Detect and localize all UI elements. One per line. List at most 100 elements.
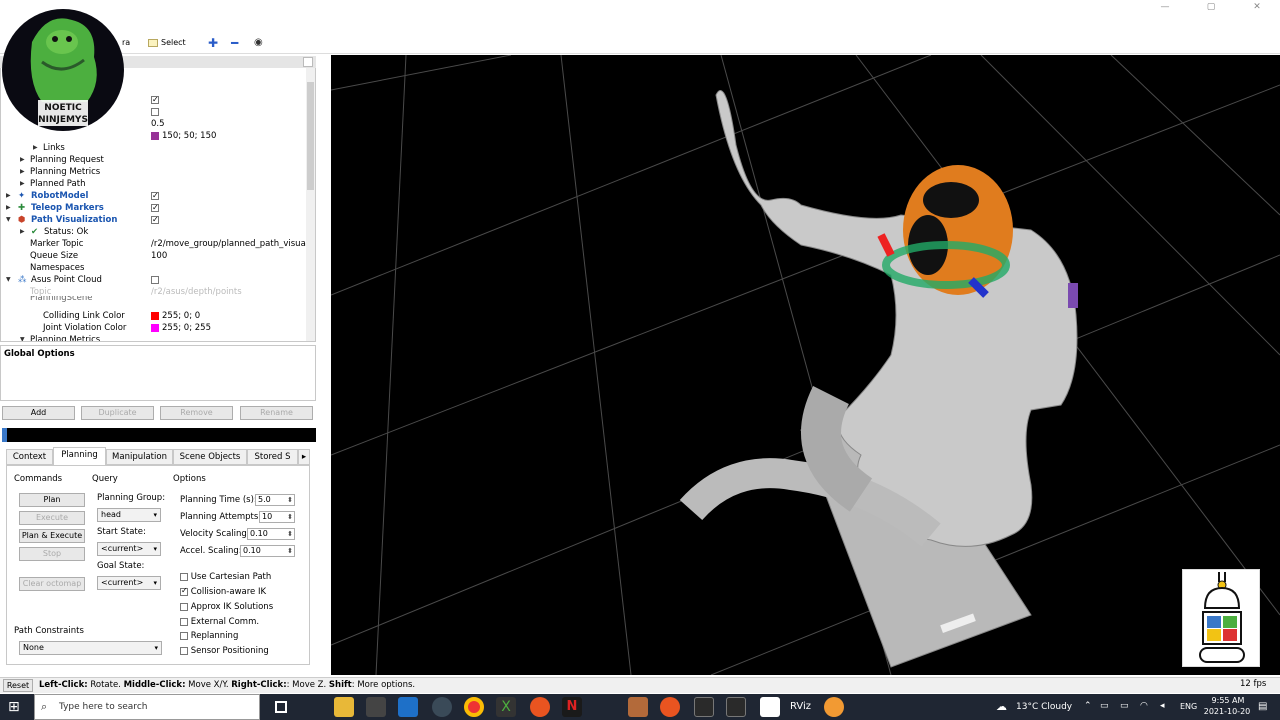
mail-icon[interactable] [398, 697, 418, 717]
replanning-option[interactable]: Replanning [180, 631, 238, 641]
document-icon[interactable] [760, 697, 780, 717]
start-state-select[interactable]: <current> [97, 542, 161, 556]
tree-row-robot-model[interactable]: ▶ ✦ RobotModel [1, 190, 311, 202]
tree-row-asus[interactable]: ▼ ⁂ Asus Point Cloud [1, 274, 311, 286]
panel-float-icon[interactable] [303, 57, 313, 67]
weather-text[interactable]: 13°C Cloudy [1016, 702, 1072, 712]
tab-scene-objects[interactable]: Scene Objects [173, 449, 247, 465]
remove-tool-icon[interactable]: ━ [231, 36, 238, 50]
store-icon[interactable] [366, 697, 386, 717]
external-comm-checkbox[interactable] [180, 617, 188, 626]
tab-planning[interactable]: Planning [53, 447, 106, 465]
taskbar-search[interactable]: ⌕ Type here to search [34, 694, 260, 720]
add-tool-icon[interactable]: ✚ [208, 36, 218, 50]
language-indicator[interactable]: ENG [1180, 702, 1197, 711]
path-viz-checkbox[interactable] [151, 214, 159, 226]
expand-arrow-icon[interactable]: ▶ [6, 190, 11, 202]
collapse-arrow-icon[interactable]: ▼ [6, 274, 11, 286]
tool-select[interactable]: Select [148, 36, 186, 50]
collapse-arrow-icon[interactable]: ▼ [20, 334, 25, 341]
reset-button[interactable]: Reset [3, 679, 33, 692]
expand-arrow-icon[interactable]: ▶ [20, 166, 25, 178]
tab-context[interactable]: Context [6, 449, 53, 465]
tree-row-planning-request[interactable]: ▶ Planning Request [1, 154, 311, 166]
ubuntu-icon[interactable] [530, 697, 550, 717]
collision-aware-option[interactable]: Collision-aware IK [180, 586, 266, 597]
goal-state-select[interactable]: <current> [97, 576, 161, 590]
app-icon-3[interactable] [824, 697, 844, 717]
terminal-icon[interactable] [694, 697, 714, 717]
tree-row-colliding[interactable]: Colliding Link Color 255; 0; 0 [1, 310, 311, 322]
replanning-checkbox[interactable] [180, 631, 188, 640]
rename-button[interactable]: Rename [240, 406, 313, 420]
clock-time[interactable]: 9:55 AM [1206, 696, 1250, 705]
close-button[interactable]: ✕ [1234, 0, 1280, 16]
tab-manipulation[interactable]: Manipulation [106, 449, 173, 465]
tray-chevron-icon[interactable]: ⌃ [1084, 701, 1092, 711]
sensor-positioning-option[interactable]: Sensor Positioning [180, 646, 269, 656]
cartesian-option[interactable]: Use Cartesian Path [180, 572, 271, 582]
rviz-icon[interactable]: RViz [790, 697, 811, 717]
approx-ik-option[interactable]: Approx IK Solutions [180, 602, 273, 612]
remove-button[interactable]: Remove [160, 406, 233, 420]
expand-arrow-icon[interactable]: ▶ [20, 226, 25, 238]
maximize-button[interactable]: ▢ [1188, 0, 1234, 16]
execute-button[interactable]: Execute [19, 511, 85, 525]
display-icon[interactable]: ▭ [1120, 701, 1129, 711]
wifi-icon[interactable]: ◠ [1140, 701, 1148, 711]
velocity-scaling-input[interactable]: 0.10 [247, 528, 295, 540]
planning-time-input[interactable]: 5.0 [255, 494, 295, 506]
add-button[interactable]: Add [2, 406, 75, 420]
tree-row-namespaces[interactable]: Namespaces [1, 262, 311, 274]
task-view-icon[interactable] [275, 701, 287, 713]
enabled-checkbox[interactable] [151, 94, 159, 106]
tree-scroll-thumb[interactable] [307, 82, 314, 190]
cartesian-checkbox[interactable] [180, 572, 188, 581]
external-comm-option[interactable]: External Comm. [180, 617, 259, 627]
notifications-icon[interactable]: ▤ [1258, 701, 1267, 712]
tree-row-planning-scene[interactable]: PlanningScene [1, 296, 311, 304]
chrome-icon[interactable] [464, 697, 484, 717]
tree-row-queue-size[interactable]: Queue Size 100 [1, 250, 311, 262]
ubuntu-icon-2[interactable] [660, 697, 680, 717]
expand-arrow-icon[interactable]: ▶ [20, 178, 25, 190]
asus-checkbox[interactable] [151, 275, 159, 284]
file-explorer-icon[interactable] [334, 697, 354, 717]
option-checkbox[interactable] [151, 107, 159, 116]
accel-scaling-input[interactable]: 0.10 [240, 545, 295, 557]
plan-button[interactable]: Plan [19, 493, 85, 507]
tree-row-planning-metrics2[interactable]: ▼ Planning Metrics [1, 334, 311, 341]
expand-arrow-icon[interactable]: ▶ [6, 202, 11, 214]
stop-button[interactable]: Stop [19, 547, 85, 561]
planning-attempts-input[interactable]: 10 [259, 511, 295, 523]
collapse-arrow-icon[interactable]: ▼ [6, 214, 11, 226]
tree-row-planning-metrics[interactable]: ▶ Planning Metrics [1, 166, 311, 178]
tree-row-marker-topic[interactable]: Marker Topic/r2/move_group/planned_path_… [1, 238, 314, 250]
sensor-positioning-checkbox[interactable] [180, 646, 188, 655]
path-constraints-select[interactable]: None [19, 641, 162, 655]
volume-icon[interactable]: ◂ [1160, 701, 1165, 711]
tree-row-teleop[interactable]: ▶ ✚ Teleop Markers [1, 202, 311, 214]
expand-arrow-icon[interactable]: ▶ [33, 142, 38, 154]
planning-group-select[interactable]: head [97, 508, 161, 522]
tree-row-links[interactable]: ▶ Links [1, 142, 311, 154]
teleop-checkbox[interactable] [151, 202, 159, 214]
tree-row-status[interactable]: ▶ ✔ Status: Ok [1, 226, 311, 238]
app-icon-1[interactable] [432, 697, 452, 717]
xlaunch-icon[interactable]: X [496, 697, 516, 717]
robot-model-checkbox[interactable] [151, 190, 159, 202]
tab-scroll-right-icon[interactable]: ▸ [298, 449, 310, 465]
tree-row-planned-path[interactable]: ▶ Planned Path [1, 178, 311, 190]
terminal-icon-2[interactable] [726, 697, 746, 717]
app-icon-2[interactable] [628, 697, 648, 717]
tree-row-joint-violation[interactable]: Joint Violation Color 255; 0; 255 [1, 322, 311, 334]
tree-row-path-visualization[interactable]: ▼ ⬢ Path Visualization [1, 214, 311, 226]
expand-arrow-icon[interactable]: ▶ [20, 154, 25, 166]
collision-aware-checkbox[interactable] [180, 586, 188, 596]
clear-octomap-button[interactable]: Clear octomap [19, 577, 85, 591]
clock-date[interactable]: 2021-10-20 [1200, 707, 1254, 716]
duplicate-button[interactable]: Duplicate [81, 406, 154, 420]
windows-start-icon[interactable]: ⊞ [8, 699, 24, 715]
approx-ik-checkbox[interactable] [180, 602, 188, 611]
plan-execute-button[interactable]: Plan & Execute [19, 529, 85, 543]
